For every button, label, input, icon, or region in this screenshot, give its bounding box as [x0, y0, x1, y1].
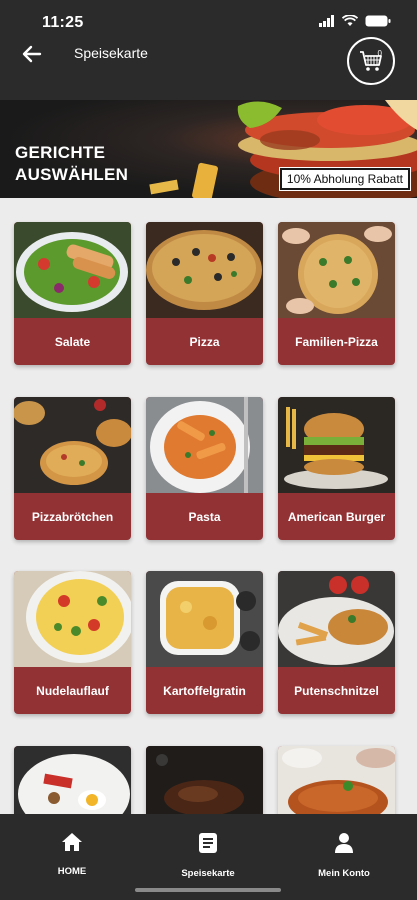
- back-arrow-icon[interactable]: [20, 42, 44, 66]
- meat-dish-image: [146, 746, 263, 818]
- category-card-kartoffelgratin[interactable]: Kartoffelgratin: [146, 571, 263, 714]
- status-icons: [319, 15, 391, 27]
- category-card-american-burger[interactable]: American Burger: [278, 397, 395, 540]
- category-card-pizza[interactable]: Pizza: [146, 222, 263, 365]
- category-label: Pizza: [189, 334, 220, 349]
- egg-dish-image: [14, 746, 131, 818]
- pasta-image: [146, 397, 263, 493]
- nav-speisekarte[interactable]: Speisekarte: [148, 832, 268, 879]
- discount-badge: 10% Abholung Rabatt: [278, 167, 412, 191]
- banner-title-line1: GERICHTE: [15, 143, 106, 162]
- menu-list-icon: [199, 833, 217, 853]
- app-screen: 11:25 Speisekarte 0 GERICHTE AUSWÄHLEN 1…: [0, 0, 417, 900]
- user-icon: [335, 833, 353, 853]
- cart-button[interactable]: 0: [347, 37, 395, 85]
- category-label: Salate: [54, 334, 91, 349]
- pizza-image: [146, 222, 263, 318]
- top-bar: 11:25 Speisekarte 0: [0, 0, 417, 100]
- category-card-nudelauflauf[interactable]: Nudelauflauf: [14, 571, 131, 714]
- noodle-casserole-image: [14, 571, 131, 667]
- category-card-partial-3[interactable]: [278, 746, 395, 818]
- salad-image: [14, 222, 131, 318]
- category-card-salate[interactable]: Salate: [14, 222, 131, 365]
- wifi-icon: [342, 15, 358, 26]
- status-bar: 11:25: [0, 12, 417, 34]
- bottom-navigation: HOME Speisekarte Mein Konto: [0, 814, 417, 900]
- category-card-pasta[interactable]: Pasta: [146, 397, 263, 540]
- category-card-pizzabroetchen[interactable]: Pizzabrötchen: [14, 397, 131, 540]
- page-title: Speisekarte: [74, 45, 148, 61]
- category-card-putenschnitzel[interactable]: Putenschnitzel: [278, 571, 395, 714]
- potato-gratin-image: [146, 571, 263, 667]
- category-label: Kartoffelgratin: [163, 683, 246, 698]
- banner-title-line2: AUSWÄHLEN: [15, 165, 129, 184]
- category-label: Pasta: [188, 509, 221, 524]
- curry-dish-image: [278, 746, 395, 818]
- promo-banner: GERICHTE AUSWÄHLEN 10% Abholung Rabatt: [0, 100, 417, 198]
- battery-icon: [365, 15, 391, 27]
- burger-image: [278, 397, 395, 493]
- category-label: American Burger: [287, 509, 386, 524]
- category-card-partial-1[interactable]: [14, 746, 131, 818]
- home-indicator: [135, 888, 281, 892]
- pizza-rolls-image: [14, 397, 131, 493]
- nav-mein-konto-label: Mein Konto: [318, 868, 370, 879]
- cart-count-badge: 0: [377, 49, 382, 58]
- status-time: 11:25: [42, 14, 84, 31]
- signal-icon: [319, 15, 334, 27]
- banner-title: GERICHTE AUSWÄHLEN: [15, 142, 128, 186]
- header: Speisekarte 0: [0, 36, 417, 85]
- nav-home-label: HOME: [57, 866, 87, 877]
- turkey-schnitzel-image: [278, 571, 395, 667]
- nav-speisekarte-label: Speisekarte: [181, 868, 235, 879]
- category-label: Familien-Pizza: [295, 334, 378, 349]
- family-pizza-image: [278, 222, 395, 318]
- category-label: Nudelauflauf: [36, 683, 109, 698]
- nav-mein-konto[interactable]: Mein Konto: [284, 832, 404, 879]
- category-label: Putenschnitzel: [294, 683, 379, 698]
- category-label: Pizzabrötchen: [31, 509, 114, 524]
- category-card-partial-2[interactable]: [146, 746, 263, 818]
- nav-home[interactable]: HOME: [12, 832, 132, 877]
- category-card-familien-pizza[interactable]: Familien-Pizza: [278, 222, 395, 365]
- home-icon: [62, 833, 82, 851]
